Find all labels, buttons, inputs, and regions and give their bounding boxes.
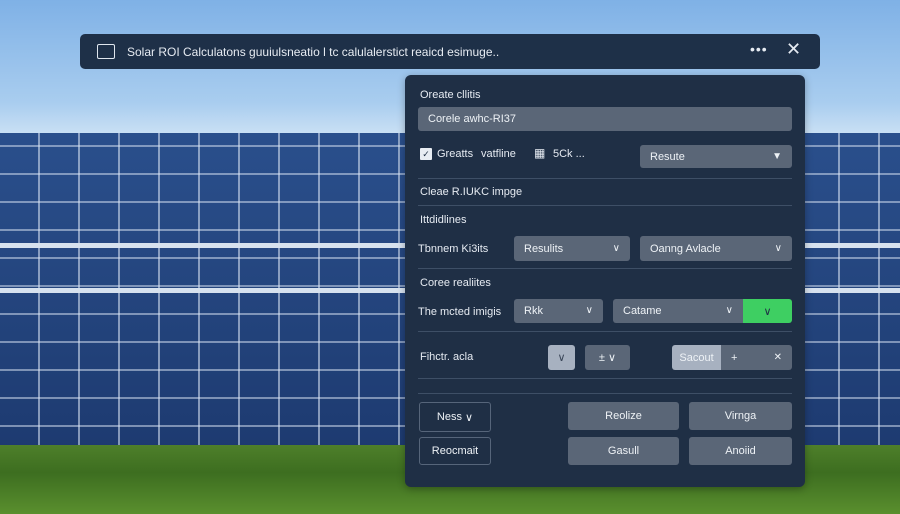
- select-value: Rkk: [524, 305, 543, 317]
- chevron-down-icon: ∨: [585, 304, 593, 316]
- select-value: Catame: [623, 305, 662, 317]
- chevron-down-icon: ∨: [774, 242, 782, 254]
- chevron-down-icon: ∨: [608, 352, 617, 364]
- expand-button[interactable]: ∨: [548, 345, 575, 370]
- grid-icon: ▦: [534, 146, 546, 160]
- gasull-button[interactable]: Gasull: [568, 437, 679, 465]
- variable-select[interactable]: Oanng Avlacle ∨: [640, 236, 792, 261]
- select-value: Resulits: [524, 242, 564, 255]
- close-icon[interactable]: ✕: [774, 351, 782, 362]
- ness-dropdown-button[interactable]: Ness ∨: [419, 402, 491, 432]
- scout-tag[interactable]: Sacout: [672, 345, 721, 370]
- reolize-button[interactable]: Reolize: [568, 402, 679, 430]
- tag-input[interactable]: + ✕: [721, 345, 792, 370]
- settings-panel: Oreate cllitis Corele awhc-RI37 ✓ Greatt…: [405, 75, 805, 487]
- button-label: Ness: [436, 411, 462, 423]
- divider: [418, 331, 792, 332]
- divider: [418, 393, 792, 394]
- title-text: Solar ROI Calculatons guuiulsneatio l tc…: [127, 44, 500, 59]
- name-input[interactable]: Corele awhc-RI37: [418, 107, 792, 131]
- divider: [418, 378, 792, 379]
- option-text: vatfline: [481, 148, 516, 160]
- category-select[interactable]: Catame ∨: [613, 299, 743, 323]
- section-label: Oreate cllitis: [420, 89, 481, 101]
- add-icon[interactable]: +: [731, 352, 737, 364]
- row-label: Tbnnem Ki3its: [418, 243, 489, 255]
- size-text: 5Ck ...: [553, 148, 585, 160]
- section-label: Coree realiites: [420, 277, 491, 289]
- chevron-down-icon: ∨: [612, 242, 620, 254]
- confirm-dropdown-button[interactable]: ∨: [743, 299, 792, 323]
- checkbox-label: Greatts: [437, 148, 474, 160]
- virnga-button[interactable]: Virnga: [689, 402, 792, 430]
- anoiid-button[interactable]: Anoiid: [689, 437, 792, 465]
- section-label: Ittdidlines: [420, 214, 467, 226]
- close-icon[interactable]: ✕: [786, 39, 801, 60]
- more-options-icon[interactable]: •••: [750, 41, 768, 57]
- row-label: Fihctr. acla: [420, 351, 474, 363]
- caret-down-icon: ▼: [772, 150, 782, 162]
- stepper-button[interactable]: ± ∨: [585, 345, 630, 370]
- reocmait-button[interactable]: Reocmait: [419, 437, 491, 465]
- calculator-icon: [97, 44, 115, 59]
- plus-minus-icon: ±: [598, 351, 605, 364]
- chevron-down-icon: ∨: [725, 304, 733, 316]
- title-bar: Solar ROI Calculatons guuiulsneatio l tc…: [80, 34, 820, 69]
- rkk-select[interactable]: Rkk ∨: [514, 299, 603, 323]
- chevron-down-icon: ∨: [465, 411, 474, 424]
- results-select[interactable]: Resulits ∨: [514, 236, 630, 261]
- section-label: Cleae R.IUKC impge: [420, 186, 523, 198]
- divider: [418, 178, 792, 179]
- divider: [418, 268, 792, 269]
- row-label: The mcted imigis: [418, 306, 502, 318]
- checkbox[interactable]: ✓: [420, 148, 432, 160]
- select-value: Resute: [650, 150, 685, 163]
- select-value: Oanng Avlacle: [650, 242, 721, 255]
- result-select[interactable]: Resute ▼: [640, 145, 792, 168]
- chevron-down-icon: ∨: [557, 352, 566, 364]
- chevron-down-icon: ∨: [763, 305, 772, 318]
- divider: [418, 205, 792, 206]
